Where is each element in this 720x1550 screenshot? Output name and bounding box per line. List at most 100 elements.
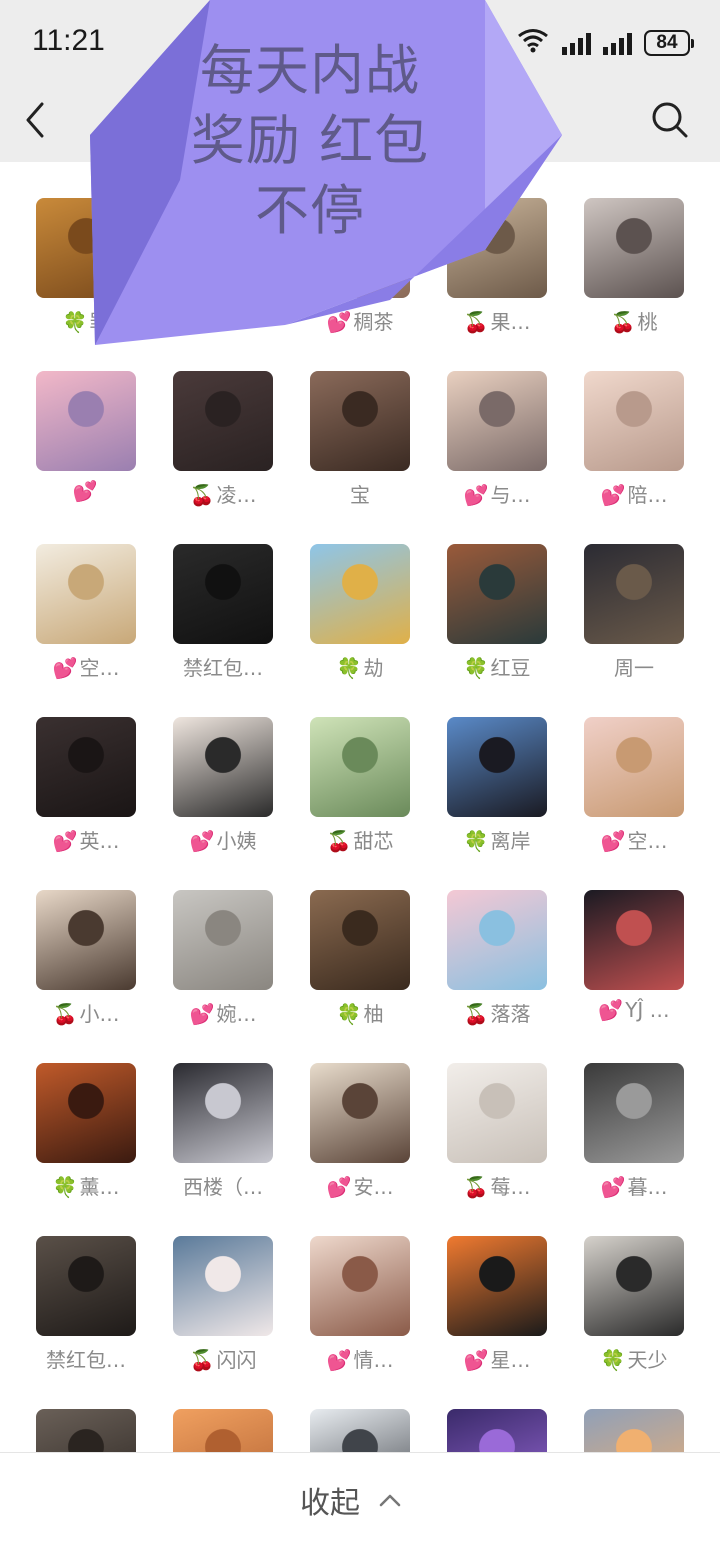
member-name: 🍀 柚: [290, 998, 430, 1027]
member-badge: 🍀: [62, 310, 88, 334]
avatar[interactable]: [584, 371, 684, 471]
avatar[interactable]: [584, 1409, 684, 1452]
back-button[interactable]: [20, 100, 54, 140]
member-name-text: 西楼（…: [183, 1175, 263, 1199]
member-cell[interactable]: [36, 1409, 173, 1452]
member-name-text: 薰…: [79, 1175, 120, 1199]
member-cell[interactable]: [173, 1409, 310, 1452]
member-cell[interactable]: 🍀 天少: [584, 1236, 720, 1396]
signal-icon-2: [603, 31, 632, 55]
avatar[interactable]: [173, 1063, 273, 1163]
member-name-text: 英…: [79, 829, 120, 853]
avatar[interactable]: [447, 371, 547, 471]
member-name: 💕 小姨: [153, 825, 293, 854]
avatar[interactable]: [584, 717, 684, 817]
avatar[interactable]: [447, 890, 547, 990]
member-name-text: 暮…: [627, 1175, 668, 1199]
member-name: 禁红包…: [16, 1344, 156, 1373]
member-cell[interactable]: [447, 1409, 584, 1452]
member-cell[interactable]: 💕 YĴ …: [584, 890, 720, 1050]
avatar[interactable]: [447, 717, 547, 817]
avatar[interactable]: [584, 1063, 684, 1163]
member-name: 💕 英…: [16, 825, 156, 854]
member-cell[interactable]: [584, 1409, 720, 1452]
avatar[interactable]: [447, 1409, 547, 1452]
avatar[interactable]: [36, 1236, 136, 1336]
member-name-text: 闪闪: [216, 1348, 257, 1372]
avatar[interactable]: [173, 371, 273, 471]
member-cell[interactable]: [310, 1409, 447, 1452]
member-name-text: 莓…: [490, 1175, 531, 1199]
member-name-text: 星…: [490, 1348, 531, 1372]
avatar[interactable]: [584, 544, 684, 644]
avatar[interactable]: [447, 1063, 547, 1163]
avatar[interactable]: [310, 1236, 410, 1336]
member-badge: 💕: [463, 1348, 489, 1372]
avatar[interactable]: [584, 1236, 684, 1336]
collapse-label: 收起: [300, 1486, 360, 1521]
avatar[interactable]: [447, 1236, 547, 1336]
avatar[interactable]: [310, 717, 410, 817]
avatar[interactable]: [584, 198, 684, 298]
member-name-text: 禁红包…: [183, 656, 263, 680]
avatar[interactable]: [36, 1063, 136, 1163]
member-name: 🍀 薰…: [16, 1171, 156, 1200]
promo-line: 每天内战: [200, 39, 420, 102]
member-name: 💕: [16, 479, 156, 503]
search-button[interactable]: [650, 100, 690, 140]
member-name: 🍀 天少: [564, 1344, 704, 1373]
member-name-text: YĴ …: [625, 998, 670, 1022]
member-cell[interactable]: 周一: [584, 544, 720, 704]
member-name: 周一: [564, 652, 704, 681]
member-name: 🍒 桃: [564, 306, 704, 335]
member-name: 💕 婉…: [153, 998, 293, 1027]
avatar[interactable]: [36, 717, 136, 817]
avatar[interactable]: [310, 371, 410, 471]
member-badge: 💕: [600, 483, 626, 507]
avatar[interactable]: [173, 1409, 273, 1452]
avatar[interactable]: [173, 1236, 273, 1336]
member-badge: 🍒: [189, 1348, 215, 1372]
member-badge: 🍀: [463, 656, 489, 680]
member-name: 🍒 小…: [16, 998, 156, 1027]
member-badge: 🍒: [326, 829, 352, 853]
avatar[interactable]: [310, 1409, 410, 1452]
member-name-text: 周一: [614, 656, 654, 680]
member-cell[interactable]: 💕 暮…: [584, 1063, 720, 1223]
member-name: 💕 与…: [427, 479, 567, 508]
avatar[interactable]: [447, 544, 547, 644]
member-badge: 💕: [463, 483, 489, 507]
member-name: 🍒 落落: [427, 998, 567, 1027]
member-grid: 🍀罪🍀𝓜…💕稠茶🍒果…🍒桃💕🍒凌…宝💕与…💕陪…💕空…禁红包…🍀劫🍀红豆周一💕英…: [0, 162, 720, 1452]
member-name: 🍒 凌…: [153, 479, 293, 508]
member-name: 💕 空…: [564, 825, 704, 854]
member-badge: 🍀: [336, 656, 362, 680]
chevron-left-icon: [26, 102, 44, 138]
member-cell[interactable]: 🍒 落落: [447, 890, 584, 1050]
member-name-text: 小…: [79, 1002, 120, 1026]
avatar[interactable]: [310, 890, 410, 990]
member-cell[interactable]: 💕 陪…: [584, 371, 720, 531]
member-badge: 🍒: [610, 310, 636, 334]
avatar[interactable]: [36, 371, 136, 471]
member-badge: 💕: [326, 1348, 352, 1372]
avatar[interactable]: [173, 717, 273, 817]
member-badge: 🍀: [600, 1348, 626, 1372]
avatar[interactable]: [173, 890, 273, 990]
avatar[interactable]: [310, 1063, 410, 1163]
member-name: 💕 安…: [290, 1171, 430, 1200]
avatar[interactable]: [584, 890, 684, 990]
member-cell[interactable]: 💕 空…: [584, 717, 720, 877]
member-name: 🍀 劫: [290, 652, 430, 681]
promo-line: 不停: [255, 179, 365, 242]
avatar[interactable]: [36, 1409, 136, 1452]
search-icon: [652, 102, 688, 138]
member-cell[interactable]: 🍒 桃: [584, 198, 720, 358]
avatar[interactable]: [173, 544, 273, 644]
collapse-button[interactable]: 收起: [300, 1477, 402, 1523]
member-name: 宝: [290, 479, 430, 508]
avatar[interactable]: [36, 544, 136, 644]
avatar[interactable]: [36, 890, 136, 990]
member-name-text: 陪…: [627, 483, 668, 507]
avatar[interactable]: [310, 544, 410, 644]
